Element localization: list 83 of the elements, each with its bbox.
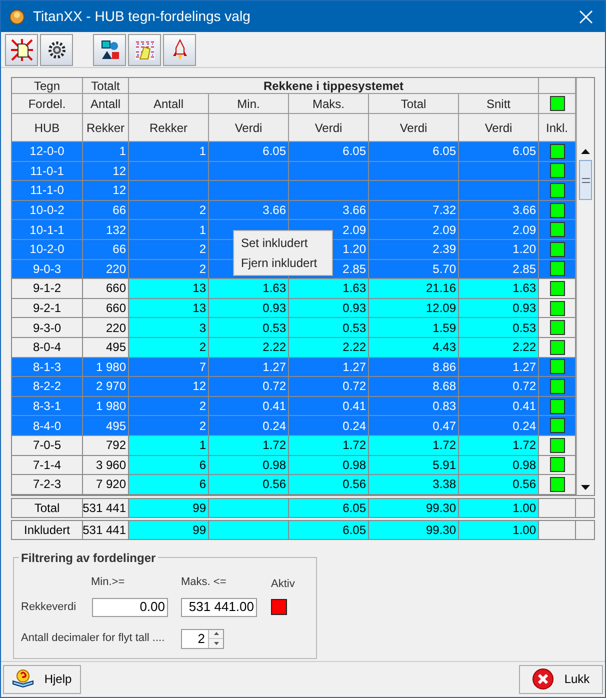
count-cell: 7 920 xyxy=(83,475,129,495)
table-cell: 21.16 xyxy=(369,279,459,299)
table-cell: 0.56 xyxy=(459,475,539,495)
decimals-label: Antall decimaler for flyt tall .... xyxy=(21,631,166,646)
count-cell: 660 xyxy=(83,298,129,318)
count-cell: 495 xyxy=(83,338,129,358)
table-cell: 0.98 xyxy=(459,456,539,476)
column-header: Inkl. xyxy=(546,120,568,136)
count-cell: 660 xyxy=(83,279,129,299)
table-cell: 0.56 xyxy=(209,475,289,495)
max-label: Maks. <= xyxy=(181,575,228,590)
table-cell: 13 xyxy=(129,298,209,318)
table-cell: 2.22 xyxy=(289,338,369,358)
total-cell: 531 441 xyxy=(83,499,129,517)
column-header: Antall xyxy=(90,96,121,112)
row-value-label: Rekkeverdi xyxy=(21,600,78,615)
count-cell: 3 960 xyxy=(83,456,129,476)
column-header: Verdi xyxy=(400,120,428,136)
column-header: Min. xyxy=(237,96,260,112)
table-cell: 4.43 xyxy=(369,338,459,358)
total-cell: 99.30 xyxy=(369,499,459,517)
total-cell: 99 xyxy=(129,499,209,517)
hub-cell: 7-1-4 xyxy=(12,456,83,476)
group-header: Rekkene i tippesystemet xyxy=(129,78,539,94)
table-cell: 1.63 xyxy=(459,279,539,299)
column-header: Rekker xyxy=(86,120,124,136)
count-cell: 220 xyxy=(83,318,129,338)
column-header: Maks. xyxy=(312,96,344,112)
table-cell: 3 xyxy=(129,318,209,338)
total-cell: 1.00 xyxy=(459,521,539,539)
table-cell: 2 xyxy=(129,338,209,358)
column-header: Antall xyxy=(153,96,184,112)
total-cell: 6.05 xyxy=(289,499,369,517)
table-cell: 1.72 xyxy=(209,436,289,456)
min-label: Min.>= xyxy=(91,575,126,590)
table-cell: 1.72 xyxy=(369,436,459,456)
hub-cell: 7-0-5 xyxy=(12,436,83,456)
table-cell: 0.93 xyxy=(459,298,539,318)
column-header: Tegn xyxy=(12,78,83,94)
column-header: Rekker xyxy=(149,120,188,136)
total-cell: 6.05 xyxy=(289,521,369,539)
table-cell: 1.72 xyxy=(459,436,539,456)
hub-cell: 9-2-1 xyxy=(12,298,83,318)
table-cell: 2.22 xyxy=(209,338,289,358)
table-cell: 5.91 xyxy=(369,456,459,476)
column-header: Verdi xyxy=(484,120,512,136)
table-cell: 3.38 xyxy=(369,475,459,495)
table-cell: 1.59 xyxy=(369,318,459,338)
table-cell: 2.22 xyxy=(459,338,539,358)
table-cell: 0.53 xyxy=(209,318,289,338)
table-cell: 0.98 xyxy=(289,456,369,476)
total-cell: 531 441 xyxy=(83,521,129,539)
total-cell: 99 xyxy=(129,521,209,539)
total-cell: 99.30 xyxy=(369,521,459,539)
window-title: TitanXX - HUB tegn-fordelings valg xyxy=(33,7,252,26)
table-cell: 1.63 xyxy=(209,279,289,299)
column-header: Snitt xyxy=(486,96,510,112)
column-header: HUB xyxy=(34,120,60,136)
column-header: Total xyxy=(400,96,426,112)
column-header: Verdi xyxy=(314,120,342,136)
total-cell: 1.00 xyxy=(459,499,539,517)
table-cell: 0.93 xyxy=(209,298,289,318)
column-header: Totalt xyxy=(83,78,129,94)
table-cell: 12.09 xyxy=(369,298,459,318)
hub-cell: 7-2-3 xyxy=(12,475,83,495)
table-cell: 1.72 xyxy=(289,436,369,456)
table-cell: 0.56 xyxy=(289,475,369,495)
table-cell: 0.98 xyxy=(209,456,289,476)
count-cell: 792 xyxy=(83,436,129,456)
hub-cell: 9-3-0 xyxy=(12,318,83,338)
table-cell: 13 xyxy=(129,279,209,299)
table-cell: 0.53 xyxy=(289,318,369,338)
column-header: Verdi xyxy=(234,120,262,136)
table-cell: 6 xyxy=(129,475,209,495)
column-header: Fordel. xyxy=(28,96,66,112)
active-label: Aktiv xyxy=(271,577,295,592)
table-cell: 0.93 xyxy=(289,298,369,318)
table-cell: 0.53 xyxy=(459,318,539,338)
table-cell: 1 xyxy=(129,436,209,456)
table-cell: 6 xyxy=(129,456,209,476)
hub-cell: 9-1-2 xyxy=(12,279,83,299)
table-cell: 1.63 xyxy=(289,279,369,299)
hub-cell: 8-0-4 xyxy=(12,338,83,358)
